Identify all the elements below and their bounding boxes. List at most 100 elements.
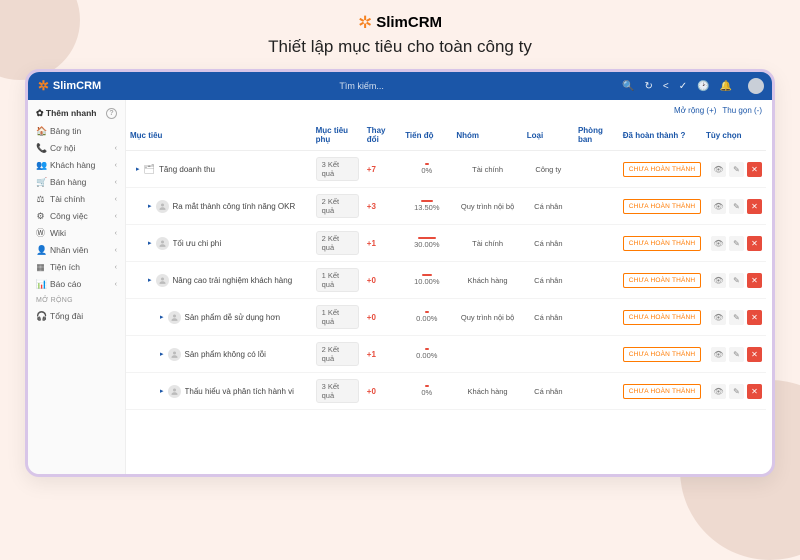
delete-icon[interactable]: ✕ (747, 199, 762, 214)
delete-icon[interactable]: ✕ (747, 384, 762, 399)
expand-collapse-toggle[interactable]: Mở rộng (+)Thu gọn (-) (126, 100, 772, 120)
sidebar-item-users[interactable]: 👥Khách hàng‹ (28, 157, 125, 174)
result-count-pill[interactable]: 2 Kết quả (316, 342, 359, 366)
sidebar-item-w[interactable]: ⓌWiki‹ (28, 225, 125, 242)
delete-icon[interactable]: ✕ (747, 162, 762, 177)
sidebar-item-tongdai[interactable]: 🎧Tổng đài (28, 308, 125, 325)
edit-icon[interactable]: ✎ (729, 347, 744, 362)
status-button[interactable]: CHƯA HOÀN THÀNH (623, 310, 702, 325)
sidebar-item-person[interactable]: 👤Nhân viên‹ (28, 242, 125, 259)
caret-icon[interactable]: ▸ (148, 202, 152, 210)
app-topbar: ✲ SlimCRM Tìm kiếm... 🔍 ↻ < ✓ 🕑 🔔 (28, 72, 772, 100)
change-value: +3 (367, 202, 376, 211)
app-window: ✲ SlimCRM Tìm kiếm... 🔍 ↻ < ✓ 🕑 🔔 ✿ Thêm… (25, 69, 775, 477)
sidebar-item-gear[interactable]: ⚙Công việc‹ (28, 208, 125, 225)
table-row: ▸ Nâng cao trải nghiệm khách hàng 1 Kết qu… (126, 262, 766, 299)
sidebar-item-chart[interactable]: 📊Báo cáo‹ (28, 276, 125, 293)
result-count-pill[interactable]: 2 Kết quả (316, 194, 359, 218)
objective-name[interactable]: Tăng doanh thu (159, 165, 215, 174)
delete-icon[interactable]: ✕ (747, 310, 762, 325)
group-value: Tài chính (452, 151, 522, 188)
share-icon[interactable]: < (663, 81, 669, 92)
status-button[interactable]: CHƯA HOÀN THÀNH (623, 162, 702, 177)
gear-icon: ✲ (38, 78, 49, 94)
objective-name[interactable]: Tối ưu chi phí (173, 239, 222, 248)
view-icon[interactable]: 👁 (711, 310, 726, 325)
table-row: ▸Sản phẩm không có lỗi2 Kết quả+10.00%CH… (126, 336, 766, 373)
caret-icon[interactable]: ▸ (160, 313, 164, 321)
result-count-pill[interactable]: 3 Kết quả (316, 157, 359, 181)
dept-value (574, 262, 619, 299)
progress-value: 0% (405, 385, 448, 397)
table-row: ▸🗂Tăng doanh thu3 Kết quả+70%Tài chínhCô… (126, 151, 766, 188)
objective-name[interactable]: Ra mắt thành công tính năng OKR (173, 202, 296, 211)
type-value: Cá nhân (523, 299, 574, 336)
type-value: Cá nhân (523, 188, 574, 225)
type-value: Cá nhân (523, 373, 574, 410)
quick-add-button[interactable]: ✿ Thêm nhanh ? (28, 104, 125, 123)
result-count-pill[interactable]: 1 Kết quả (316, 305, 359, 329)
sidebar-item-phone[interactable]: 📞Cơ hội‹ (28, 140, 125, 157)
view-icon[interactable]: 👁 (711, 199, 726, 214)
edit-icon[interactable]: ✎ (729, 236, 744, 251)
help-icon[interactable]: ? (106, 108, 117, 119)
person-icon: 👤 (36, 246, 45, 255)
status-button[interactable]: CHƯA HOÀN THÀNH (623, 199, 702, 214)
w-icon: Ⓦ (36, 229, 45, 238)
bell-icon[interactable]: 🔔 (720, 81, 732, 92)
status-button[interactable]: CHƯA HOÀN THÀNH (623, 347, 702, 362)
dept-value (574, 225, 619, 262)
delete-icon[interactable]: ✕ (747, 236, 762, 251)
caret-icon[interactable]: ▸ (136, 165, 140, 173)
clock-icon[interactable]: 🕑 (697, 81, 709, 92)
result-count-pill[interactable]: 1 Kết quả (316, 268, 359, 292)
view-icon[interactable]: 👁 (711, 384, 726, 399)
sidebar-item-scale[interactable]: ⚖Tài chính‹ (28, 191, 125, 208)
edit-icon[interactable]: ✎ (729, 162, 744, 177)
view-icon[interactable]: 👁 (711, 273, 726, 288)
check-icon[interactable]: ✓ (679, 81, 687, 92)
search-input[interactable]: Tìm kiếm... (101, 81, 622, 91)
edit-icon[interactable]: ✎ (729, 384, 744, 399)
search-icon[interactable]: 🔍 (622, 81, 634, 92)
progress-value: 0.00% (405, 348, 448, 360)
edit-icon[interactable]: ✎ (729, 310, 744, 325)
caret-icon[interactable]: ▸ (148, 276, 152, 284)
caret-icon[interactable]: ▸ (160, 387, 164, 395)
delete-icon[interactable]: ✕ (747, 347, 762, 362)
caret-icon[interactable]: ▸ (148, 239, 152, 247)
refresh-icon[interactable]: ↻ (644, 81, 652, 92)
edit-icon[interactable]: ✎ (729, 273, 744, 288)
objective-name[interactable]: Nâng cao trải nghiệm khách hàng (173, 276, 293, 285)
delete-icon[interactable]: ✕ (747, 273, 762, 288)
sidebar-item-home[interactable]: 🏠Bảng tin (28, 123, 125, 140)
avatar[interactable] (748, 78, 764, 94)
status-button[interactable]: CHƯA HOÀN THÀNH (623, 236, 702, 251)
group-value: Khách hàng (452, 262, 522, 299)
folder-icon: 🗂 (144, 164, 155, 175)
change-value: +1 (367, 239, 376, 248)
edit-icon[interactable]: ✎ (729, 199, 744, 214)
avatar-icon (156, 237, 169, 250)
caret-icon[interactable]: ▸ (160, 350, 164, 358)
progress-value: 13.50% (405, 200, 448, 212)
headset-icon: 🎧 (36, 312, 45, 321)
view-icon[interactable]: 👁 (711, 347, 726, 362)
status-button[interactable]: CHƯA HOÀN THÀNH (623, 273, 702, 288)
avatar-icon (168, 311, 181, 324)
group-value: Quy trình nội bộ (452, 188, 522, 225)
sidebar-item-grid[interactable]: ▦Tiện ích‹ (28, 259, 125, 276)
table-row: ▸ Thấu hiểu và phân tích hành vi 3 Kết quả… (126, 373, 766, 410)
view-icon[interactable]: 👁 (711, 162, 726, 177)
objective-name[interactable]: Sản phẩm dễ sử dụng hơn (185, 313, 281, 322)
objective-name[interactable]: Thấu hiểu và phân tích hành vi (185, 387, 294, 396)
view-icon[interactable]: 👁 (711, 236, 726, 251)
change-value: +0 (367, 276, 376, 285)
sidebar-item-cart[interactable]: 🛒Bán hàng‹ (28, 174, 125, 191)
objective-name[interactable]: Sản phẩm không có lỗi (185, 350, 266, 359)
result-count-pill[interactable]: 2 Kết quả (316, 231, 359, 255)
group-value: Khách hàng (452, 373, 522, 410)
app-logo[interactable]: ✲ SlimCRM (38, 78, 101, 94)
status-button[interactable]: CHƯA HOÀN THÀNH (623, 384, 702, 399)
result-count-pill[interactable]: 3 Kết quả (316, 379, 359, 403)
